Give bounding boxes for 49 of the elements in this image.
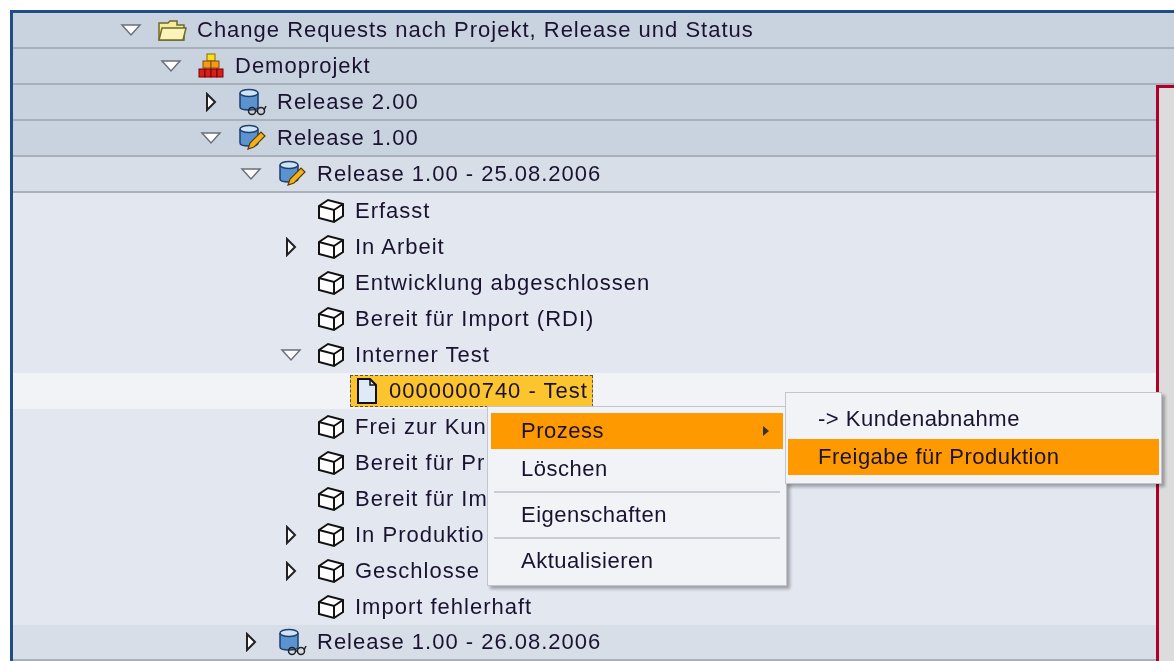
tree-node[interactable]: In Arbeit xyxy=(314,231,448,263)
tree-node[interactable]: Import fehlerhaft xyxy=(314,591,536,623)
box-icon xyxy=(317,522,345,548)
menu-item[interactable]: -> Kundenabnahme xyxy=(788,401,1159,437)
document-icon xyxy=(355,377,379,405)
menu-item[interactable]: Löschen xyxy=(491,451,783,487)
folder-icon xyxy=(157,18,187,42)
menu-item[interactable]: Freigabe für Produktion xyxy=(788,439,1159,475)
collapse-toggle[interactable] xyxy=(280,348,302,362)
tree-node[interactable]: Bereit für Import (RDI) xyxy=(314,303,598,335)
tree-node[interactable]: Release 2.00 xyxy=(234,85,422,119)
tree-node[interactable]: Frei zur Kun xyxy=(314,411,490,443)
collapse-toggle[interactable] xyxy=(120,23,142,37)
box-icon xyxy=(317,306,345,332)
box-icon xyxy=(317,198,345,224)
menu-item[interactable]: Prozess xyxy=(491,413,783,449)
tree-node[interactable]: Demoprojekt xyxy=(194,49,374,83)
collapse-toggle[interactable] xyxy=(200,131,222,145)
collapse-toggle[interactable] xyxy=(240,167,262,181)
database-pencil-icon xyxy=(237,124,267,152)
tree-node[interactable]: Interner Test xyxy=(314,339,493,371)
tree-node[interactable]: Bereit für Im xyxy=(314,483,491,515)
box-icon xyxy=(317,558,345,584)
expand-toggle[interactable] xyxy=(285,525,297,545)
expand-toggle[interactable] xyxy=(245,632,257,652)
box-icon xyxy=(317,594,345,620)
menu-item[interactable]: Aktualisieren xyxy=(491,543,783,579)
tree-node[interactable]: In Produktio xyxy=(314,519,488,551)
box-icon xyxy=(317,270,345,296)
box-icon xyxy=(317,414,345,440)
database-pencil-icon xyxy=(277,160,307,188)
tree-node[interactable]: Bereit für Pr xyxy=(314,447,489,479)
database-glasses-icon xyxy=(237,88,267,116)
tree-node[interactable]: 0000000740 - Test xyxy=(350,375,593,407)
tree-node[interactable]: Release 1.00 xyxy=(234,121,422,155)
database-glasses-icon xyxy=(277,628,307,656)
expand-toggle[interactable] xyxy=(205,92,217,112)
expand-toggle[interactable] xyxy=(285,237,297,257)
tree-node[interactable]: Geschlosse xyxy=(314,555,483,587)
box-icon xyxy=(317,486,345,512)
collapse-toggle[interactable] xyxy=(160,59,182,73)
box-icon xyxy=(317,450,345,476)
tree-node[interactable]: Entwicklung abgeschlossen xyxy=(314,267,654,299)
box-icon xyxy=(317,342,345,368)
stacked-blocks-icon xyxy=(197,52,225,80)
expand-toggle[interactable] xyxy=(285,561,297,581)
tree-node[interactable]: Erfasst xyxy=(314,195,434,227)
menu-item[interactable]: Eigenschaften xyxy=(491,497,783,533)
box-icon xyxy=(317,234,345,260)
